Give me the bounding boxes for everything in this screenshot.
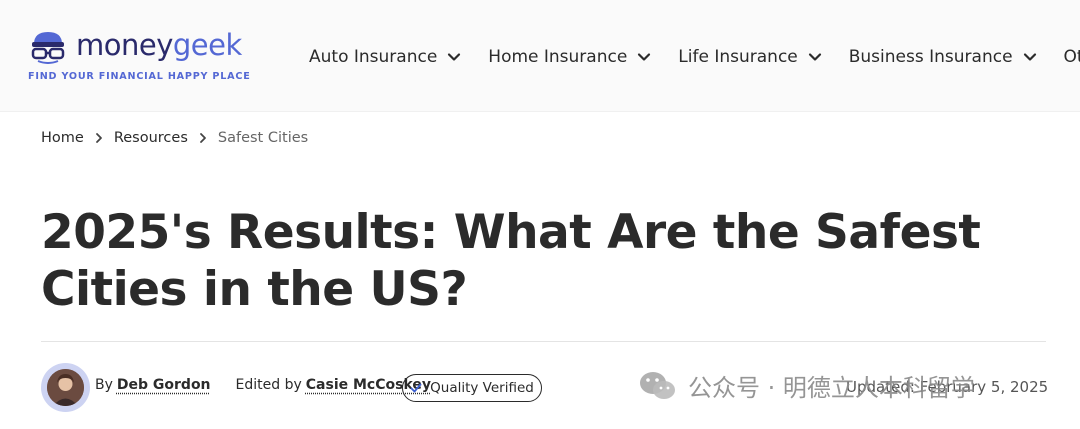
- breadcrumb-resources[interactable]: Resources: [114, 130, 188, 146]
- chevron-right-icon: [188, 132, 218, 144]
- nav-item-label: Home Insurance: [488, 47, 628, 67]
- badge-label: Quality Verified: [430, 380, 534, 396]
- chevron-down-icon: [448, 53, 461, 61]
- author-link[interactable]: Deb Gordon: [117, 377, 211, 393]
- by-prefix: By: [95, 377, 113, 393]
- page-title: 2025's Results: What Are the Safest Citi…: [41, 205, 981, 317]
- breadcrumb-home[interactable]: Home: [41, 130, 84, 146]
- watermark: 公众号 · 明德立人本科留学: [638, 368, 975, 403]
- divider: [41, 341, 1046, 342]
- nav-item-label: Life Insurance: [678, 47, 798, 67]
- quality-verified-badge[interactable]: Quality Verified: [402, 374, 542, 402]
- logo-tagline: FIND YOUR FINANCIAL HAPPY PLACE: [28, 71, 251, 82]
- nav-life-insurance[interactable]: Life Insurance: [678, 45, 821, 69]
- byline: By Deb Gordon Edited by Casie McCoskey: [95, 377, 431, 393]
- logo-word-geek: geek: [172, 28, 242, 62]
- nav-other[interactable]: Other I: [1064, 45, 1080, 69]
- logo-wordmark: moneygeek: [76, 28, 242, 62]
- chevron-down-icon: [638, 53, 651, 61]
- chevron-right-icon: [84, 132, 114, 144]
- moneygeek-logo[interactable]: moneygeek FIND YOUR FINANCIAL HAPPY PLAC…: [28, 28, 251, 86]
- breadcrumb-current: Safest Cities: [217, 130, 309, 146]
- nav-item-label: Other I: [1063, 47, 1080, 67]
- wechat-icon: [640, 371, 675, 399]
- author-avatar[interactable]: [41, 363, 90, 412]
- nav-item-label: Business Insurance: [848, 47, 1013, 67]
- nav-item-label: Auto Insurance: [309, 47, 438, 67]
- breadcrumb: Home Resources Safest Cities: [41, 130, 308, 146]
- author-photo: [47, 369, 84, 406]
- edited-prefix: Edited by: [235, 377, 302, 393]
- watermark-text: 公众号 · 明德立人本科留学: [688, 374, 975, 402]
- logo-mascot-icon: [31, 32, 65, 64]
- chevron-down-icon: [808, 53, 821, 61]
- site-header: moneygeek FIND YOUR FINANCIAL HAPPY PLAC…: [0, 0, 1080, 112]
- chevron-down-icon: [1023, 53, 1036, 61]
- nav-business-insurance[interactable]: Business Insurance: [849, 45, 1037, 69]
- check-icon: [410, 383, 422, 393]
- nav-auto-insurance[interactable]: Auto Insurance: [309, 45, 461, 69]
- logo-word-money: money: [76, 28, 173, 62]
- main-nav: Auto Insurance Home Insurance Life Insur…: [309, 45, 1080, 69]
- nav-home-insurance[interactable]: Home Insurance: [488, 45, 651, 69]
